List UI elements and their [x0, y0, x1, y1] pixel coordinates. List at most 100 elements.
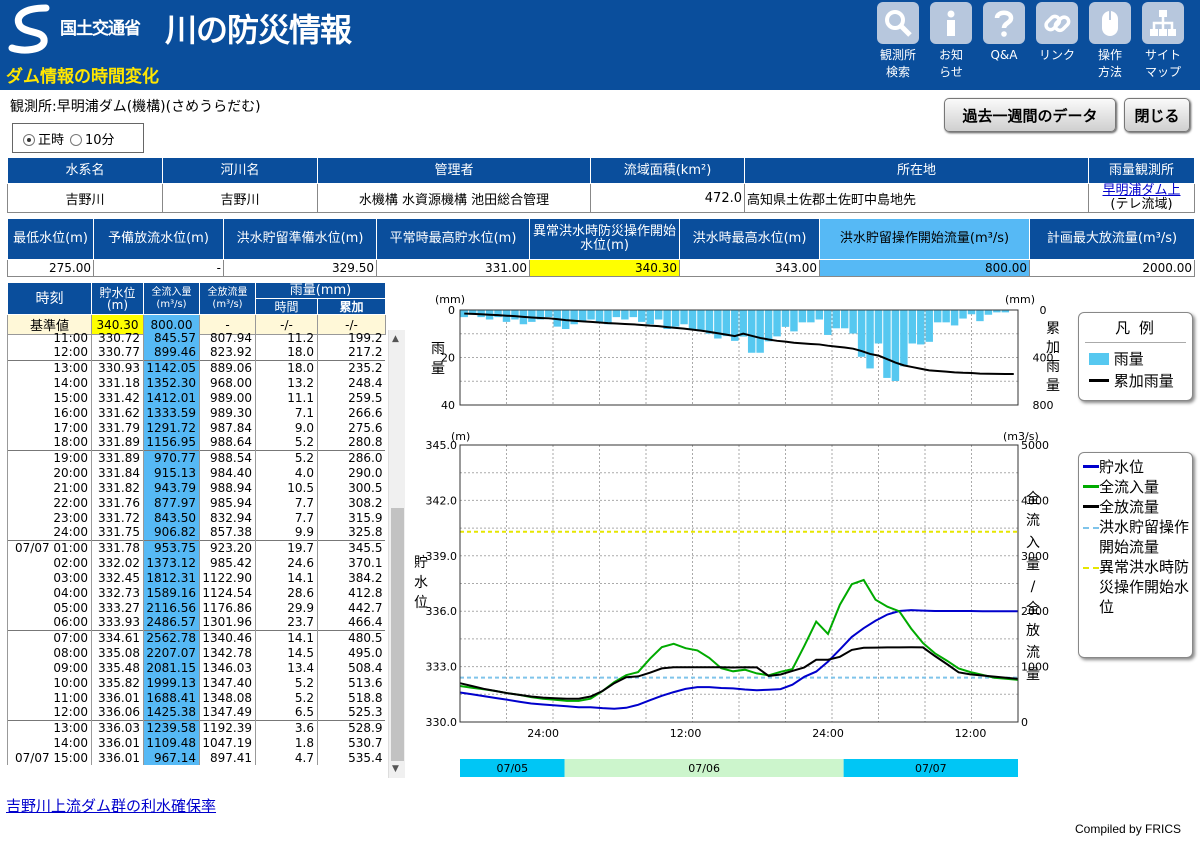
flow-axis-label: 流: [1026, 645, 1040, 661]
rain-bar: [646, 310, 654, 325]
cell-cr: 308.2: [317, 495, 385, 510]
cell-t: 06:00: [7, 615, 92, 630]
cell-in: 970.77: [143, 449, 200, 465]
cell-t: 17:00: [7, 420, 92, 435]
cell-lv: 336.01: [91, 750, 144, 765]
cell-r: 5.2: [255, 675, 318, 690]
cell-t: 16:00: [7, 405, 92, 420]
cell-cr: 480.5: [317, 629, 385, 645]
radio-hourly[interactable]: 正時: [23, 129, 64, 148]
cell-lv: 333.27: [91, 600, 144, 615]
table-row: 07/07 01:00 331.78 953.75 923.20 19.7 345.5: [7, 539, 385, 555]
cell-lv: 331.79: [91, 420, 144, 435]
cell-lv: 331.42: [91, 390, 144, 405]
cell-r: 18.0: [255, 359, 318, 375]
rain-bar: [883, 310, 891, 378]
table-row: 13:00 336.03 1239.58 1192.39 3.6 528.9: [7, 719, 385, 735]
table-row: 12:00 330.77 899.46 823.92 18.0 217.2: [7, 345, 385, 360]
cell-t: 15:00: [7, 390, 92, 405]
past-week-data-button[interactable]: 過去一週間のデータ: [944, 98, 1116, 132]
data-table-scrollbar[interactable]: ▲ ▼: [388, 330, 405, 778]
level-axis-label: 位: [414, 595, 428, 611]
rain-bar: [933, 310, 942, 323]
date-band-label: 07/05: [496, 762, 528, 775]
radio-10min[interactable]: 10分: [70, 129, 115, 148]
cell-out: 823.92: [199, 345, 256, 360]
data-table-body[interactable]: 11:00 330.72 845.57 807.94 11.2 199.2 12:00 330…: [7, 330, 385, 778]
cell-t: 04:00: [7, 585, 92, 600]
legend-item-level: 貯水位: [1083, 457, 1192, 477]
level-ytick-label: 342.0: [426, 494, 458, 507]
cell-cr: 530.7: [317, 735, 385, 750]
cell-out: 832.94: [199, 510, 256, 525]
scroll-up-icon[interactable]: ▲: [392, 334, 399, 344]
nav-qa[interactable]: Q&A: [978, 2, 1030, 64]
cell-cr: 513.6: [317, 675, 385, 690]
cell-r: 10.5: [255, 480, 318, 495]
x-tick-label: 12:00: [955, 727, 987, 740]
nav-how-to-use[interactable]: 操作 方法: [1084, 2, 1136, 81]
rain-bar: [984, 310, 993, 315]
cum-rain-ytick-label: 800: [1033, 399, 1054, 412]
cell-in: 1589.16: [143, 585, 200, 600]
rain-bar: [511, 310, 519, 320]
table-row: 06:00 333.93 2486.57 1301.96 23.7 466.4: [7, 615, 385, 630]
cell-in: 1812.31: [143, 570, 200, 585]
cell-out: 1301.96: [199, 615, 256, 630]
level-ytick-label: 336.0: [426, 605, 458, 618]
cell-out: 1347.49: [199, 705, 256, 720]
cell-r: 5.2: [255, 449, 318, 465]
dam-info-table: 水系名 河川名 管理者 流域面積(km²) 所在地 雨量観測所 吉野川 吉野川 …: [7, 157, 1195, 213]
flow-axis-label: 入: [1026, 535, 1040, 551]
cell-r: 23.7: [255, 615, 318, 630]
rain-bar: [815, 310, 824, 320]
table-row: 24:00 331.75 906.82 857.38 9.9 325.8: [7, 525, 385, 540]
nav-links[interactable]: リンク: [1031, 2, 1083, 64]
cell-in: 1999.13: [143, 675, 200, 690]
flow-axis-label: 全: [1026, 490, 1040, 507]
cell-lv: 332.73: [91, 585, 144, 600]
cum-rain-axis-label: 累: [1046, 321, 1060, 337]
table-row: 19:00 331.89 970.77 988.54 5.2 286.0: [7, 449, 385, 465]
table-row: 07/07 15:00 336.01 967.14 897.41 4.7 535.4: [7, 750, 385, 765]
rain-station-link[interactable]: 早明浦ダム上: [1102, 183, 1180, 198]
cell-in: 1239.58: [143, 719, 200, 735]
nav-station-search[interactable]: 観測所 検索: [872, 2, 924, 81]
cell-cr: 495.0: [317, 645, 385, 660]
rain-bar: [891, 310, 900, 382]
rain-bar: [798, 310, 807, 323]
cell-t: 05:00: [7, 600, 92, 615]
rain-unit-label: (mm): [435, 293, 465, 306]
cell-lv: 336.06: [91, 705, 144, 720]
nav-news[interactable]: お知 らせ: [925, 2, 977, 81]
rain-axis-label: 雨: [431, 341, 445, 357]
cell-out: 1122.90: [199, 570, 256, 585]
cell-in: 2562.78: [143, 629, 200, 645]
cell-in: 906.82: [143, 525, 200, 540]
cell-cr: 412.8: [317, 585, 385, 600]
cell-r: 7.7: [255, 495, 318, 510]
nav-sitemap[interactable]: サイト マップ: [1137, 2, 1189, 81]
level-ytick-label: 330.0: [426, 716, 458, 729]
legend-item-flood-storage-flow: 洪水貯留操作開始流量: [1083, 517, 1192, 557]
x-tick-label: 24:00: [527, 727, 559, 740]
cell-t: 03:00: [7, 570, 92, 585]
rain-bar: [722, 310, 731, 337]
cell-lv: 331.78: [91, 539, 144, 555]
utilization-rate-link[interactable]: 吉野川上流ダム群の利水確保率: [6, 795, 216, 816]
cell-lv: 331.89: [91, 449, 144, 465]
rain-bar: [959, 310, 967, 319]
cell-cr: 248.4: [317, 375, 385, 390]
scrollbar-thumb[interactable]: [391, 508, 404, 761]
scroll-down-icon[interactable]: ▼: [392, 764, 399, 774]
page-subtitle: ダム情報の時間変化: [6, 67, 159, 87]
cum-rain-axis-label: 雨: [1046, 359, 1060, 375]
cell-in: 1109.48: [143, 735, 200, 750]
cell-r: 4.0: [255, 465, 318, 480]
cell-t: 11:00: [7, 330, 92, 345]
cell-cr: 275.6: [317, 420, 385, 435]
cell-cr: 280.8: [317, 435, 385, 450]
rain-bar: [849, 310, 857, 334]
date-band-label: 07/06: [688, 762, 720, 775]
close-button[interactable]: 閉じる: [1124, 98, 1190, 132]
